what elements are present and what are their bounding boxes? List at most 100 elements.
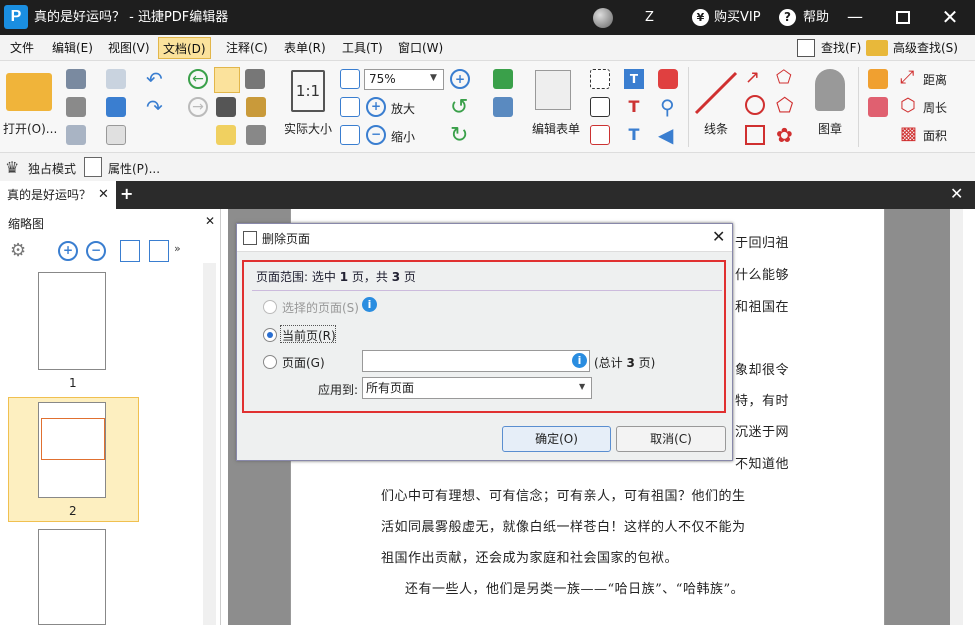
radio-page-range-label[interactable]: 页面(G)	[282, 354, 325, 371]
buy-vip-button[interactable]: 购买VIP	[714, 0, 761, 35]
redo-icon[interactable]: ↷	[146, 95, 163, 119]
open-folder-icon[interactable]	[6, 73, 52, 111]
menu-edit[interactable]: 编辑(E)	[48, 37, 97, 59]
arrow-tool-icon[interactable]: ↗	[745, 67, 760, 88]
text-field-icon[interactable]	[590, 69, 610, 89]
undo-icon[interactable]: ↶	[146, 67, 163, 91]
select-area-icon[interactable]	[216, 125, 236, 145]
cancel-button[interactable]: 取消(C)	[616, 426, 726, 452]
dialog-close-icon[interactable]: ✕	[712, 227, 725, 246]
ok-button[interactable]: 确定(O)	[502, 426, 611, 452]
thumbnail-page-3[interactable]	[38, 529, 106, 625]
line-tool-icon[interactable]	[692, 69, 740, 117]
thumb-zoom-in-icon[interactable]: +	[58, 241, 78, 261]
more-icon[interactable]: »	[174, 242, 181, 255]
new-page-icon[interactable]	[106, 125, 126, 145]
radio-current-page[interactable]	[263, 328, 277, 342]
exclusive-mode-button[interactable]: 独占模式	[28, 160, 76, 177]
rotate-ccw-icon[interactable]	[120, 240, 140, 262]
copy-icon[interactable]	[246, 125, 266, 145]
minimize-button[interactable]: —	[846, 8, 864, 26]
line-tool-label[interactable]: 线条	[704, 120, 728, 137]
insert-text-icon[interactable]	[493, 97, 513, 117]
find-button[interactable]: 查找(F)	[817, 37, 865, 59]
fit-visible-icon[interactable]	[340, 125, 360, 145]
edit-form-label[interactable]: 编辑表单	[532, 120, 580, 137]
rotate-left-icon[interactable]: ↺	[450, 95, 468, 120]
tab-document[interactable]: 真的是好运吗？ ✕	[0, 181, 116, 209]
radio-current-page-label[interactable]: 当前页(R)	[282, 327, 336, 344]
menu-file[interactable]: 文件	[6, 37, 38, 59]
help-button[interactable]: 帮助	[803, 0, 829, 35]
polyline-tool-icon[interactable]: ⬠	[776, 67, 792, 88]
zoom-in-label[interactable]: 放大	[391, 100, 415, 117]
zoom-in-icon[interactable]: +	[366, 97, 386, 117]
properties-button[interactable]: 属性(P)...	[108, 160, 160, 177]
fit-page-icon[interactable]	[340, 69, 360, 89]
print-icon[interactable]	[66, 97, 86, 117]
ellipse-tool-icon[interactable]	[745, 95, 765, 115]
distance-tool[interactable]: 距离	[923, 71, 947, 88]
document-scrollbar[interactable]	[950, 209, 963, 625]
stamp-label[interactable]: 图章	[818, 120, 842, 137]
menu-document[interactable]: 文档(D)	[158, 37, 211, 59]
select-text-icon[interactable]	[216, 97, 236, 117]
settings-icon[interactable]: ⚙	[10, 240, 26, 261]
radio-page-range[interactable]	[263, 355, 277, 369]
attach-icon[interactable]: ⚲	[660, 95, 675, 119]
user-name[interactable]: Z	[645, 0, 654, 35]
paste-icon[interactable]	[246, 97, 266, 117]
thumbnail-scrollbar[interactable]	[203, 263, 216, 625]
rotate-right-icon[interactable]: ↻	[450, 123, 468, 148]
insert-image-icon[interactable]	[493, 69, 513, 89]
open-button-label[interactable]: 打开(O)...	[3, 120, 57, 137]
hand-tool-icon[interactable]	[214, 67, 240, 93]
panel-close-icon[interactable]: ✕	[205, 214, 215, 228]
pencil-icon[interactable]	[868, 69, 888, 89]
edit-form-icon[interactable]	[535, 70, 571, 110]
perimeter-tool[interactable]: 周长	[923, 99, 947, 116]
thumbnail-page-2[interactable]	[38, 402, 106, 498]
apply-to-select[interactable]: 所有页面	[362, 377, 592, 399]
eraser-icon[interactable]	[868, 97, 888, 117]
forward-icon[interactable]: →	[188, 97, 208, 117]
snapshot-icon[interactable]	[245, 69, 265, 89]
maximize-button[interactable]	[896, 11, 910, 24]
rotate-cw-icon[interactable]	[149, 240, 169, 262]
area-tool[interactable]: 面积	[923, 127, 947, 144]
back-icon[interactable]: ←	[188, 69, 208, 89]
zoom-in-small-icon[interactable]: +	[450, 69, 470, 89]
comment-icon[interactable]	[658, 69, 678, 89]
new-tab-icon[interactable]: +	[120, 184, 133, 203]
actual-size-icon[interactable]: 1:1	[291, 70, 325, 112]
actual-size-label[interactable]: 实际大小	[284, 120, 332, 137]
page-range-input[interactable]	[362, 350, 590, 372]
theme-icon[interactable]	[593, 8, 613, 28]
menu-tools[interactable]: 工具(T)	[338, 37, 387, 59]
callout-icon[interactable]	[590, 125, 610, 145]
fit-width-icon[interactable]	[340, 97, 360, 117]
menu-annotate[interactable]: 注释(C)	[222, 37, 272, 59]
menu-window[interactable]: 窗口(W)	[394, 37, 447, 59]
radio-selected-pages[interactable]	[263, 300, 277, 314]
sound-icon[interactable]: ◀	[658, 123, 673, 147]
advanced-find-button[interactable]: 高级查找(S)	[889, 37, 962, 59]
menu-view[interactable]: 视图(V)	[104, 37, 154, 59]
export-icon[interactable]	[66, 125, 86, 145]
rectangle-tool-icon[interactable]	[745, 125, 765, 145]
cloud-tool-icon[interactable]: ✿	[776, 123, 793, 147]
tab-close-icon[interactable]: ✕	[98, 181, 109, 209]
text-box-icon[interactable]	[590, 97, 610, 117]
scan-icon[interactable]	[106, 97, 126, 117]
typewriter-icon[interactable]: T	[624, 69, 644, 89]
zoom-out-icon[interactable]: −	[366, 125, 386, 145]
close-window-button[interactable]: ✕	[941, 7, 959, 27]
stamp-icon[interactable]	[815, 69, 845, 111]
save-icon[interactable]	[66, 69, 86, 89]
radio-selected-pages-label[interactable]: 选择的页面(S)	[282, 299, 359, 316]
strikeout-icon[interactable]: T	[624, 97, 644, 117]
underline-icon[interactable]: T	[624, 125, 644, 145]
thumbnail-page-1[interactable]	[38, 272, 106, 370]
polygon-tool-icon[interactable]: ⬠	[776, 93, 793, 117]
email-icon[interactable]	[106, 69, 126, 89]
